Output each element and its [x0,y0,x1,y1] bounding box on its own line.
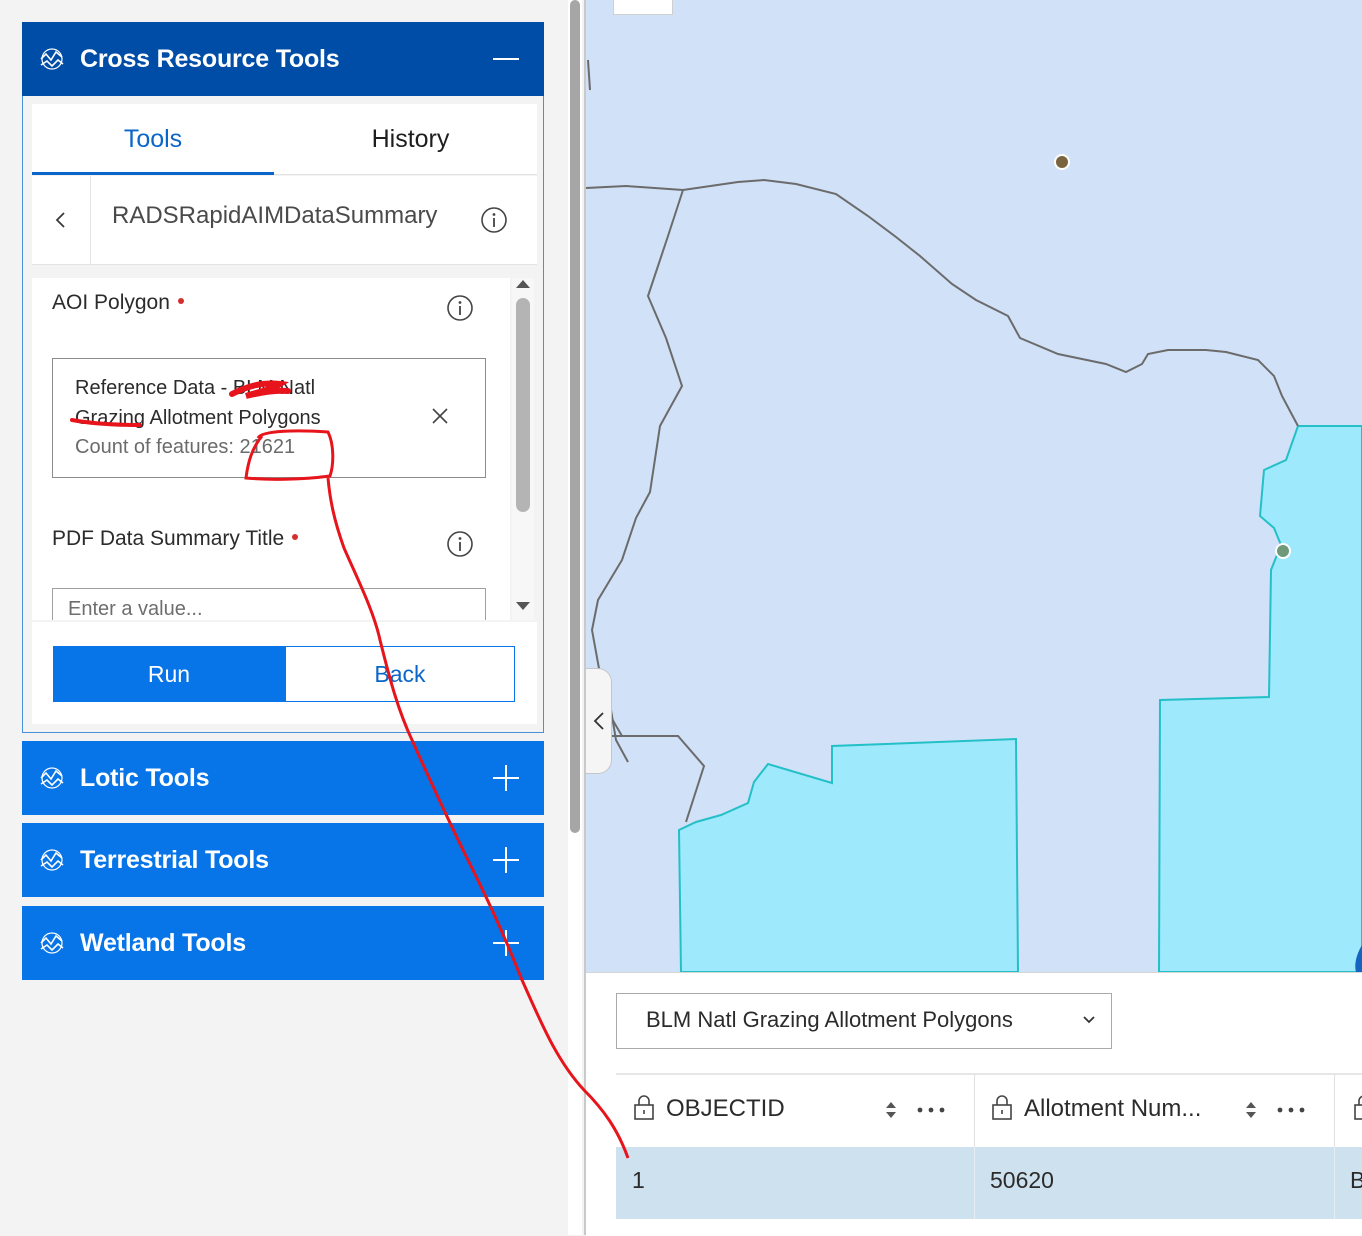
column-header-next[interactable] [1334,1075,1362,1149]
point-feature [1275,543,1291,559]
aoi-layer-name-line2: Grazing Allotment Polygons [75,407,321,429]
run-button[interactable]: Run [53,646,285,702]
analysis-tool-icon [36,927,68,959]
tool-title-row: RADSRapidAIMDataSummary [32,176,537,265]
scrollbar-thumb[interactable] [570,0,580,833]
action-bar: Run Back [32,622,537,724]
sort-icon[interactable] [884,1099,898,1121]
lock-icon [634,1095,654,1120]
cell-next: B [1350,1167,1362,1193]
chevron-down-icon [1083,1016,1095,1024]
layer-select[interactable]: BLM Natl Grazing Allotment Polygons [616,993,1112,1049]
chevron-left-icon [593,712,604,730]
table-row[interactable]: 1 50620 B [616,1147,1362,1219]
column-header-objectid[interactable]: OBJECTID [616,1075,975,1149]
allotment-polygon [677,737,1020,972]
group-title: Lotic Tools [80,763,210,792]
layer-select-value: BLM Natl Grazing Allotment Polygons [646,1007,1013,1032]
boundary-line [586,178,1299,427]
panel-scrollbar[interactable] [568,0,582,1235]
aoi-feature-count: Count of features: 21621 [75,436,296,458]
wetland-tools-header[interactable]: Wetland Tools [22,906,544,980]
info-icon[interactable] [480,206,508,234]
expand-icon[interactable] [490,927,522,959]
analysis-tool-icon [36,844,68,876]
column-header-allotment-num[interactable]: Allotment Num... [974,1075,1335,1149]
column-title: OBJECTID [666,1095,785,1122]
info-icon[interactable] [446,294,474,322]
more-options-icon[interactable] [1276,1098,1308,1122]
close-icon[interactable] [429,405,451,427]
tool-form: AOI Polygon Reference Data - BLM Natl Gr… [32,278,510,620]
info-icon[interactable] [446,530,474,558]
pdf-title-placeholder: Enter a value... [68,598,203,620]
aoi-polygon-selection[interactable]: Reference Data - BLM Natl Grazing Allotm… [52,358,486,478]
group-title: Cross Resource Tools [80,44,340,73]
point-feature [1054,154,1070,170]
back-chevron-icon[interactable] [32,176,91,264]
map-control-button[interactable] [613,0,673,15]
lock-icon [1354,1095,1362,1120]
cell-allotment-num: 50620 [974,1147,1335,1219]
scroll-up-icon[interactable] [515,278,531,290]
analysis-tool-icon [36,43,68,75]
table-header: OBJECTID Allotment Num... [616,1073,1362,1150]
pdf-title-label: PDF Data Summary Title [52,527,299,551]
lotic-tools-header[interactable]: Lotic Tools [22,741,544,815]
tool-name: RADSRapidAIMDataSummary [112,202,438,229]
terrestrial-tools-header[interactable]: Terrestrial Tools [22,823,544,897]
table-body-remainder [616,1219,1362,1236]
tools-panel: Cross Resource Tools Tools History RADSR… [0,0,568,1235]
collapse-panel-handle[interactable] [586,668,612,774]
boundary-line [587,59,591,91]
scrollbar-thumb[interactable] [516,298,530,512]
column-title: Allotment Num... [1024,1095,1202,1122]
form-scrollbar[interactable] [512,278,534,620]
attribute-table: BLM Natl Grazing Allotment Polygons OBJE… [586,972,1362,1236]
tab-tools[interactable]: Tools [32,104,274,175]
map-canvas [586,59,1362,972]
map-view[interactable] [586,0,1362,972]
expand-icon[interactable] [490,762,522,794]
more-options-icon[interactable] [916,1098,948,1122]
boundary-line [610,735,706,823]
required-indicator [292,534,299,541]
tab-bar: Tools History [32,104,537,175]
required-indicator [177,298,184,305]
cell-objectid: 1 [616,1147,975,1219]
expand-icon[interactable] [490,844,522,876]
allotment-polygon [1157,425,1362,972]
collapse-icon[interactable] [490,43,522,75]
group-title: Terrestrial Tools [80,845,269,874]
tab-history[interactable]: History [284,104,537,174]
cross-resource-tools-header[interactable]: Cross Resource Tools [22,22,544,96]
sort-icon[interactable] [1244,1099,1258,1121]
scroll-down-icon[interactable] [515,600,531,612]
pdf-title-input[interactable]: Enter a value... [52,588,486,620]
lock-icon [992,1095,1012,1120]
analysis-tool-icon [36,762,68,794]
group-title: Wetland Tools [80,928,246,957]
cross-resource-tools-body: Tools History RADSRapidAIMDataSummary AO… [22,96,544,733]
back-button[interactable]: Back [285,646,515,702]
aoi-polygon-label: AOI Polygon [52,291,184,315]
aoi-layer-name-line1: Reference Data - BLM Natl [75,377,316,399]
